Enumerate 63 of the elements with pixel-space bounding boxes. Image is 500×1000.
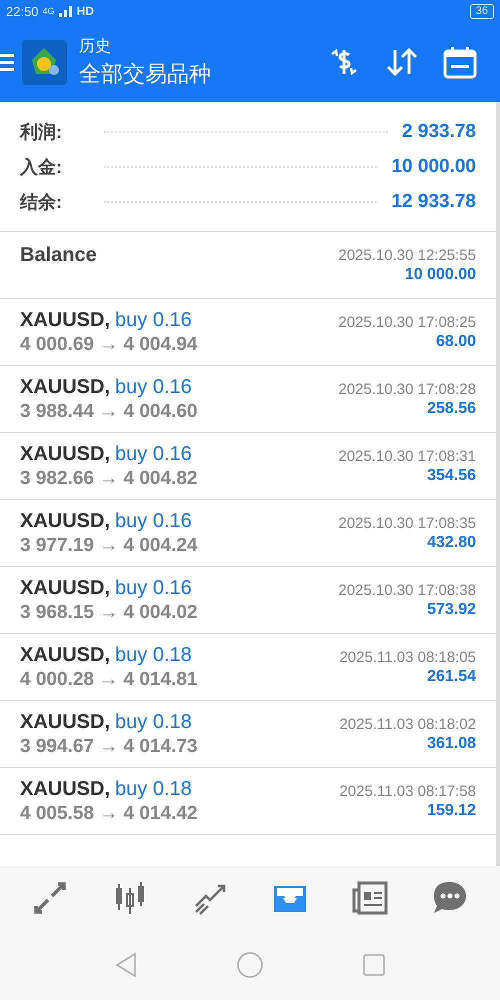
timestamp: 2025.10.30 17:08:38	[338, 582, 476, 598]
timestamp: 2025.10.30 17:08:28	[338, 380, 476, 398]
trade-row[interactable]: XAUUSD, buy 0.18 4 000.28 → 4 014.81 2025.11.03 08:18:05 261.54	[0, 634, 496, 701]
profit: 432.80	[427, 534, 476, 552]
symbol: XAUUSD,	[20, 644, 110, 666]
amount: 10 000.00	[404, 266, 476, 284]
price-range: 4 000.69 → 4 004.94	[20, 334, 198, 356]
symbol: XAUUSD,	[20, 710, 110, 732]
summary-label: 入金:	[20, 156, 63, 178]
timestamp: 2025.11.03 08:18:02	[339, 716, 476, 732]
symbol: XAUUSD,	[20, 442, 110, 464]
timestamp: 2025.11.03 08:18:05	[339, 648, 476, 666]
battery-icon: 36	[470, 4, 494, 18]
balance-label: Balance	[20, 244, 97, 267]
trade-row[interactable]: XAUUSD, buy 0.16 3 977.19 → 4 004.24 2025.10.30 17:08:35 432.80	[0, 500, 496, 567]
trade-row[interactable]: XAUUSD, buy 0.16 3 982.66 → 4 004.82 2025.10.30 17:08:31 354.56	[0, 433, 496, 500]
symbol: XAUUSD,	[20, 576, 110, 598]
trade-row[interactable]: XAUUSD, buy 0.18 3 994.67 → 4 014.73 2025.11.03 08:18:02 361.08	[0, 701, 496, 768]
price-range: 3 988.44 → 4 004.60	[20, 400, 198, 422]
profit: 361.08	[427, 734, 476, 752]
profit: 258.56	[427, 400, 476, 418]
price-range: 3 982.66 → 4 004.82	[20, 468, 198, 490]
trade-side: buy 0.16	[115, 510, 192, 532]
price-range: 3 994.67 → 4 014.73	[20, 736, 198, 758]
trade-side: buy 0.16	[115, 308, 192, 330]
trade-side: buy 0.18	[115, 710, 192, 732]
trade-row[interactable]: XAUUSD, buy 0.16 3 968.15 → 4 004.02 2025.10.30 17:08:38 573.92	[0, 567, 496, 634]
profit: 261.54	[427, 668, 476, 686]
symbol: XAUUSD,	[20, 510, 110, 532]
symbol: XAUUSD,	[20, 778, 110, 800]
screen-subtitle: 全部交易品种	[79, 60, 212, 88]
symbol: XAUUSD,	[20, 308, 110, 330]
trade-side: buy 0.16	[115, 576, 192, 598]
timestamp: 2025.10.30 17:08:35	[338, 514, 476, 532]
symbol: XAUUSD,	[20, 376, 110, 398]
summary-value: 2 933.78	[402, 120, 476, 142]
profit: 573.92	[427, 600, 476, 618]
timestamp: 2025.11.03 08:17:58	[339, 782, 476, 800]
profit: 159.12	[427, 802, 476, 820]
clock: 22:50	[6, 4, 39, 18]
trade-side: buy 0.16	[115, 376, 192, 398]
price-range: 4 005.58 → 4 014.42	[20, 802, 198, 824]
profit: 354.56	[427, 466, 476, 484]
price-range: 4 000.28 → 4 014.81	[20, 668, 198, 690]
trade-row[interactable]: XAUUSD, buy 0.16 3 988.44 → 4 004.60 2025.10.30 17:08:28 258.56	[0, 366, 496, 433]
trade-side: buy 0.18	[115, 644, 192, 666]
timestamp: 2025.10.30 17:08:25	[338, 314, 476, 330]
summary-label: 利润:	[20, 120, 63, 144]
screen-title: 历史	[79, 36, 112, 56]
trade-row[interactable]: XAUUSD, buy 0.16 4 000.69 → 4 004.94 2025.10.30 17:08:25 68.00	[0, 299, 496, 366]
trade-side: buy 0.18	[115, 778, 192, 800]
timestamp: 2025.10.30 17:08:31	[338, 448, 476, 464]
timestamp: 2025.10.30 12:25:55	[338, 246, 476, 264]
summary-label: 结余:	[20, 190, 63, 214]
hd-label: HD	[76, 4, 94, 18]
network-label: 4G	[42, 6, 55, 16]
trade-side: buy 0.16	[115, 442, 192, 464]
summary-value: 10 000.00	[391, 156, 476, 178]
summary-value: 12 933.78	[391, 190, 476, 212]
price-range: 3 977.19 → 4 004.24	[20, 534, 198, 556]
trade-row[interactable]: XAUUSD, buy 0.18 4 005.58 → 4 014.42 2025.11.03 08:17:58 159.12	[0, 768, 496, 835]
profit: 68.00	[436, 332, 476, 350]
price-range: 3 968.15 → 4 004.02	[20, 602, 198, 624]
